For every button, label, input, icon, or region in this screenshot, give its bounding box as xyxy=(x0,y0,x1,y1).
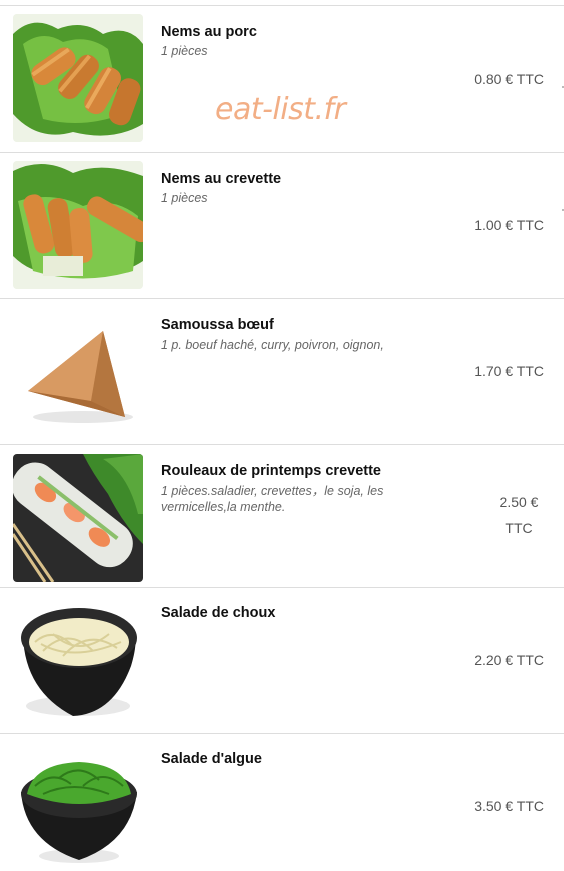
menu-item[interactable]: Salade d'algue 3.50 € TTC xyxy=(0,733,564,871)
item-price-amount: 2.50 € xyxy=(499,494,539,510)
menu-item[interactable]: Nems au crevette 1 pièces 1.00 € TTC xyxy=(0,152,564,299)
menu-item[interactable]: Samoussa bœuf 1 p. boeuf haché, curry, p… xyxy=(0,298,564,445)
seaweed-salad-image xyxy=(13,742,143,870)
item-name: Salade de choux xyxy=(161,605,276,621)
item-name: Salade d'algue xyxy=(161,751,262,767)
item-description: 1 pièces.saladier, crevettes，le soja, le… xyxy=(161,484,384,514)
item-price: 1.70 € TTC xyxy=(474,363,544,379)
item-price: 1.00 € TTC xyxy=(474,217,544,233)
item-description: 1 p. boeuf haché, curry, poivron, oignon… xyxy=(161,338,384,352)
item-price: 3.50 € TTC xyxy=(474,798,544,814)
item-name: Nems au porc xyxy=(161,24,257,40)
item-price-tax: TTC xyxy=(505,520,533,536)
item-price: 2.20 € TTC xyxy=(474,652,544,668)
menu-item[interactable]: Salade de choux 2.20 € TTC xyxy=(0,587,564,734)
fresh-rolls-image xyxy=(13,454,143,582)
menu-item[interactable]: Rouleaux de printemps crevette 1 pièces.… xyxy=(0,444,564,587)
cabbage-salad-image xyxy=(13,596,143,724)
item-description: 1 pièces xyxy=(161,44,208,58)
item-price: 0.80 € TTC xyxy=(474,71,544,87)
item-description: 1 pièces xyxy=(161,191,208,205)
menu-item[interactable]: Nems au porc 1 pièces 0.80 € TTC xyxy=(0,5,564,152)
item-name: Nems au crevette xyxy=(161,171,282,187)
item-name: Rouleaux de printemps crevette xyxy=(161,463,381,479)
shrimp-spring-rolls-image xyxy=(13,161,143,289)
item-name: Samoussa bœuf xyxy=(161,317,274,333)
watermark: eat-list.fr xyxy=(215,92,346,127)
spring-rolls-image xyxy=(13,14,143,142)
item-price: 2.50 € TTC xyxy=(484,489,554,541)
samosa-image xyxy=(13,309,143,437)
